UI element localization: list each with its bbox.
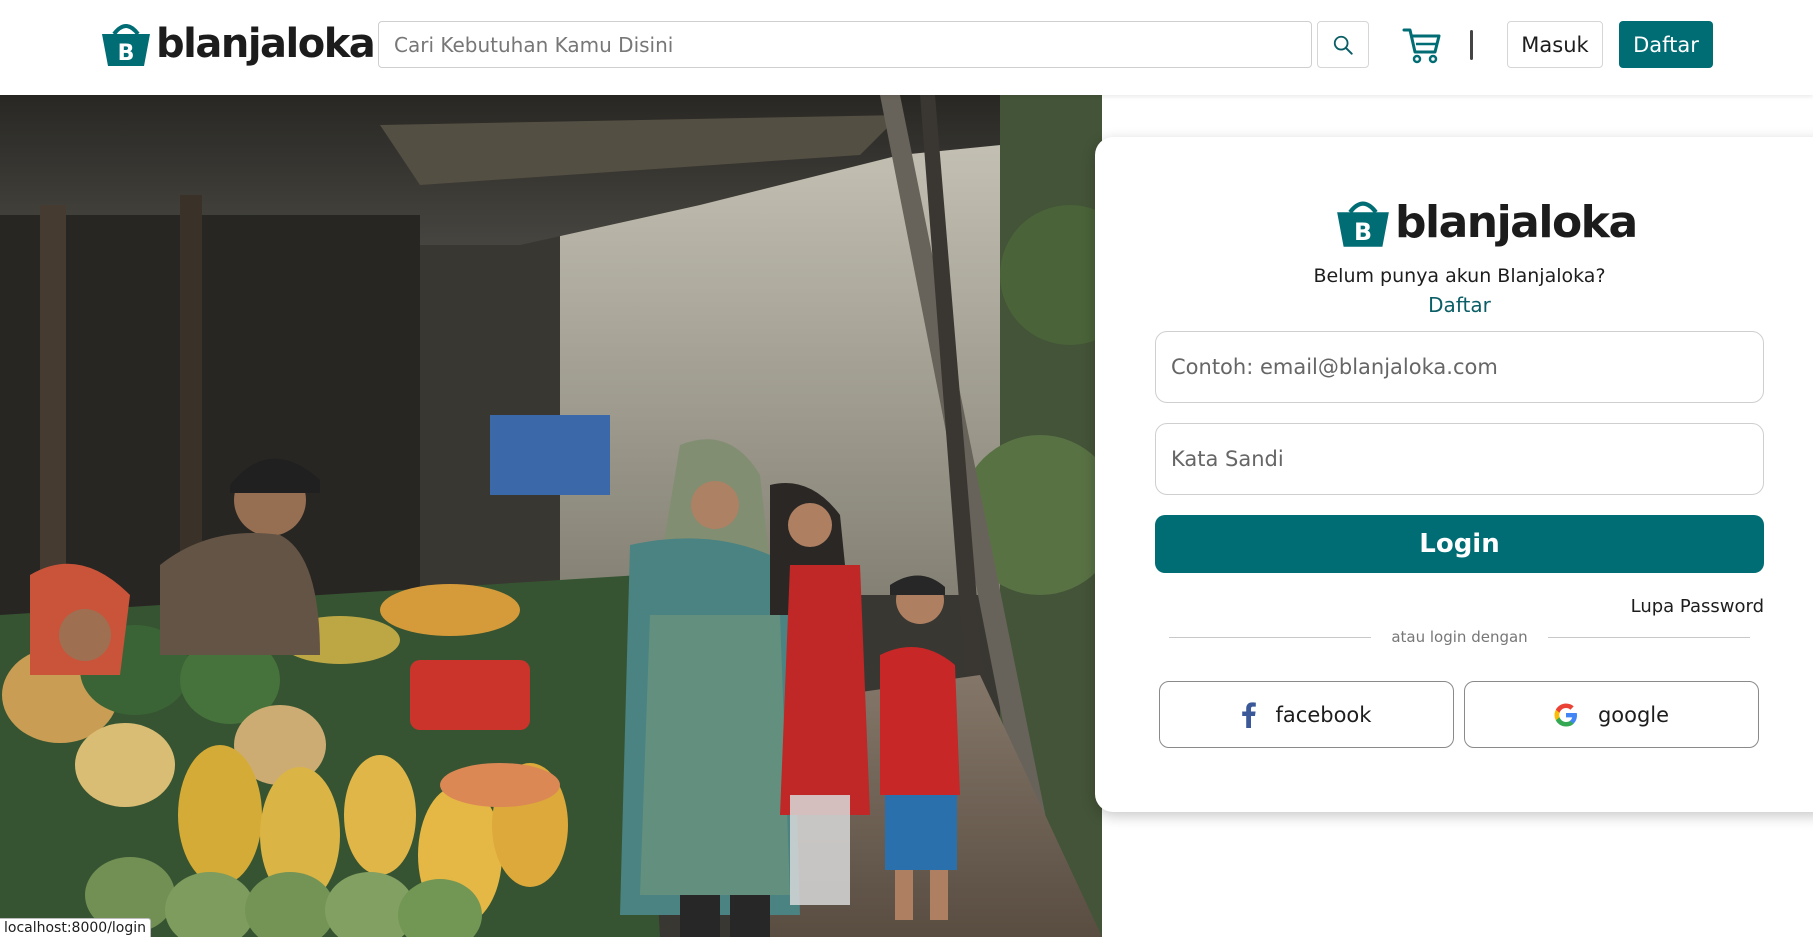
divider-text: atau login dengan [1391,628,1528,646]
google-icon [1554,703,1578,727]
facebook-icon [1241,701,1256,728]
browser-status-url: localhost:8000/login [0,918,152,937]
search-button[interactable] [1317,21,1369,68]
login-brand-logo: B blanjaloka [1335,197,1638,249]
register-prompt: Belum punya akun Blanjaloka? [1313,265,1606,287]
brand-logo[interactable]: B blanjaloka [100,19,376,69]
svg-text:B: B [1354,218,1372,246]
header-divider [1470,30,1473,60]
facebook-label: facebook [1275,702,1372,727]
masuk-button[interactable]: Masuk [1507,21,1603,68]
google-login-button[interactable]: google [1464,681,1759,748]
search-icon [1333,35,1353,55]
shopping-cart-icon[interactable] [1402,26,1442,64]
search-input[interactable] [378,21,1312,68]
basket-logo-icon: B [1337,201,1389,247]
email-field[interactable] [1155,331,1764,403]
market-hero-image [0,95,1102,937]
login-button[interactable]: Login [1155,515,1764,573]
divider-line [1169,636,1372,638]
forgot-password-link[interactable]: Lupa Password [1525,596,1764,617]
basket-logo-icon: B [102,24,150,66]
svg-text:B: B [118,41,135,66]
brand-name: blanjaloka [156,21,376,67]
password-field[interactable] [1155,423,1764,495]
facebook-login-button[interactable]: facebook [1159,681,1454,748]
daftar-button[interactable]: Daftar [1619,21,1713,68]
top-navbar: B blanjaloka Masuk Daftar [0,0,1813,95]
divider-line [1547,636,1751,638]
login-card: B blanjaloka Belum punya akun Blanjaloka… [1095,137,1813,812]
brand-name: blanjaloka [1395,197,1638,248]
social-divider: atau login dengan [1169,624,1751,650]
register-link[interactable]: Daftar [1155,293,1764,317]
google-label: google [1597,702,1670,727]
